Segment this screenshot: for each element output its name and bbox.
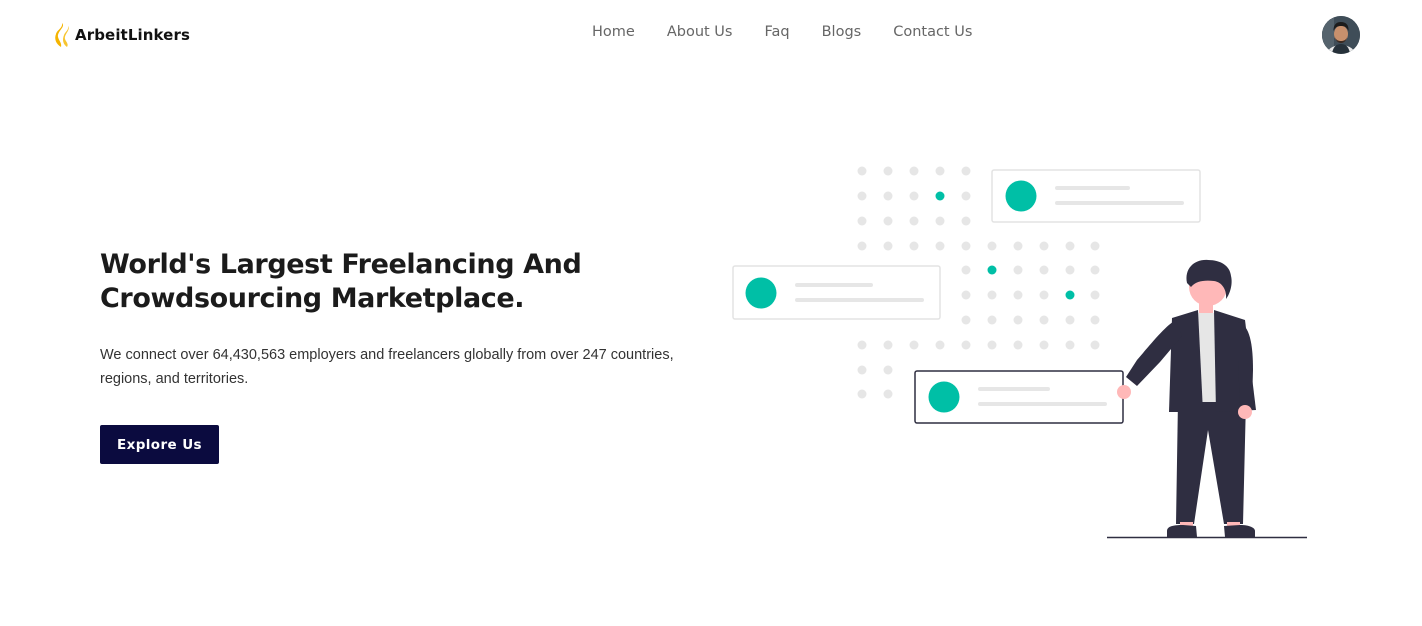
grid-dot xyxy=(1013,265,1023,275)
grid-dot xyxy=(909,166,919,176)
brand-logo[interactable]: ArbeitLinkers xyxy=(54,22,190,48)
grid-dot xyxy=(1039,315,1049,325)
explore-us-button[interactable]: Explore Us xyxy=(100,425,219,464)
grid-dot xyxy=(1090,315,1100,325)
grid-dot xyxy=(961,290,971,300)
grid-dot xyxy=(935,340,945,350)
info-card-bottom xyxy=(914,370,1124,424)
grid-dot xyxy=(909,216,919,226)
grid-dot xyxy=(987,340,997,350)
grid-dot xyxy=(961,265,971,275)
grid-dot xyxy=(857,216,867,226)
nav-contact-us[interactable]: Contact Us xyxy=(893,24,972,40)
grid-dot xyxy=(961,216,971,226)
grid-dot xyxy=(883,365,893,375)
grid-dot xyxy=(961,166,971,176)
grid-dot xyxy=(1013,241,1023,251)
grid-dot xyxy=(883,241,893,251)
main-nav: Home About Us Faq Blogs Contact Us xyxy=(592,24,972,40)
brand-name: ArbeitLinkers xyxy=(75,26,190,44)
accent-dot xyxy=(987,265,997,275)
grid-dot xyxy=(883,389,893,399)
grid-dot xyxy=(961,340,971,350)
grid-dot xyxy=(1065,340,1075,350)
grid-dot xyxy=(987,315,997,325)
person-figure xyxy=(1117,259,1256,537)
nav-about-us[interactable]: About Us xyxy=(667,24,733,40)
info-card-top xyxy=(991,169,1201,223)
grid-dot xyxy=(1065,315,1075,325)
grid-dot xyxy=(909,340,919,350)
grid-dot xyxy=(935,241,945,251)
grid-dot xyxy=(857,389,867,399)
grid-dot xyxy=(1090,241,1100,251)
flame-logo-icon xyxy=(55,23,69,47)
accent-dot xyxy=(1065,290,1075,300)
nav-blogs[interactable]: Blogs xyxy=(822,24,862,40)
grid-dot xyxy=(857,166,867,176)
grid-dot xyxy=(1090,340,1100,350)
grid-dot xyxy=(1090,290,1100,300)
grid-dot xyxy=(1065,265,1075,275)
grid-dot xyxy=(883,191,893,201)
nav-home[interactable]: Home xyxy=(592,24,635,40)
person-presenting-cards-illustration xyxy=(732,166,1307,539)
grid-dot xyxy=(1013,315,1023,325)
avatar-image xyxy=(1322,16,1360,54)
grid-dot xyxy=(857,241,867,251)
site-header: ArbeitLinkers Home About Us Faq Blogs Co… xyxy=(0,0,1422,70)
grid-dot xyxy=(857,340,867,350)
grid-dot xyxy=(935,166,945,176)
grid-dot xyxy=(987,290,997,300)
grid-dot xyxy=(883,216,893,226)
hero-title: World's Largest Freelancing And Crowdsou… xyxy=(100,248,660,316)
nav-faq[interactable]: Faq xyxy=(764,24,789,40)
grid-dot xyxy=(857,365,867,375)
grid-dot xyxy=(1039,290,1049,300)
grid-dot xyxy=(909,241,919,251)
grid-dot xyxy=(1039,265,1049,275)
grid-dot xyxy=(1013,290,1023,300)
grid-dot xyxy=(1039,340,1049,350)
hero-description: We connect over 64,430,563 employers and… xyxy=(100,347,674,387)
grid-dot xyxy=(1039,241,1049,251)
hero-title-line-1: World's Largest Freelancing And xyxy=(100,249,582,280)
grid-dot xyxy=(1013,340,1023,350)
grid-dot xyxy=(909,191,919,201)
grid-dot xyxy=(961,191,971,201)
grid-dot xyxy=(987,241,997,251)
grid-dot xyxy=(1065,241,1075,251)
user-avatar[interactable] xyxy=(1322,16,1360,54)
grid-dot xyxy=(1090,265,1100,275)
grid-dot xyxy=(961,241,971,251)
grid-dot xyxy=(961,315,971,325)
grid-dot xyxy=(857,191,867,201)
info-card-middle xyxy=(732,265,941,320)
hero-title-line-2: Crowdsourcing Marketplace. xyxy=(100,283,525,314)
accent-dot xyxy=(935,191,945,201)
grid-dot xyxy=(935,216,945,226)
grid-dot xyxy=(883,166,893,176)
grid-dot xyxy=(883,340,893,350)
